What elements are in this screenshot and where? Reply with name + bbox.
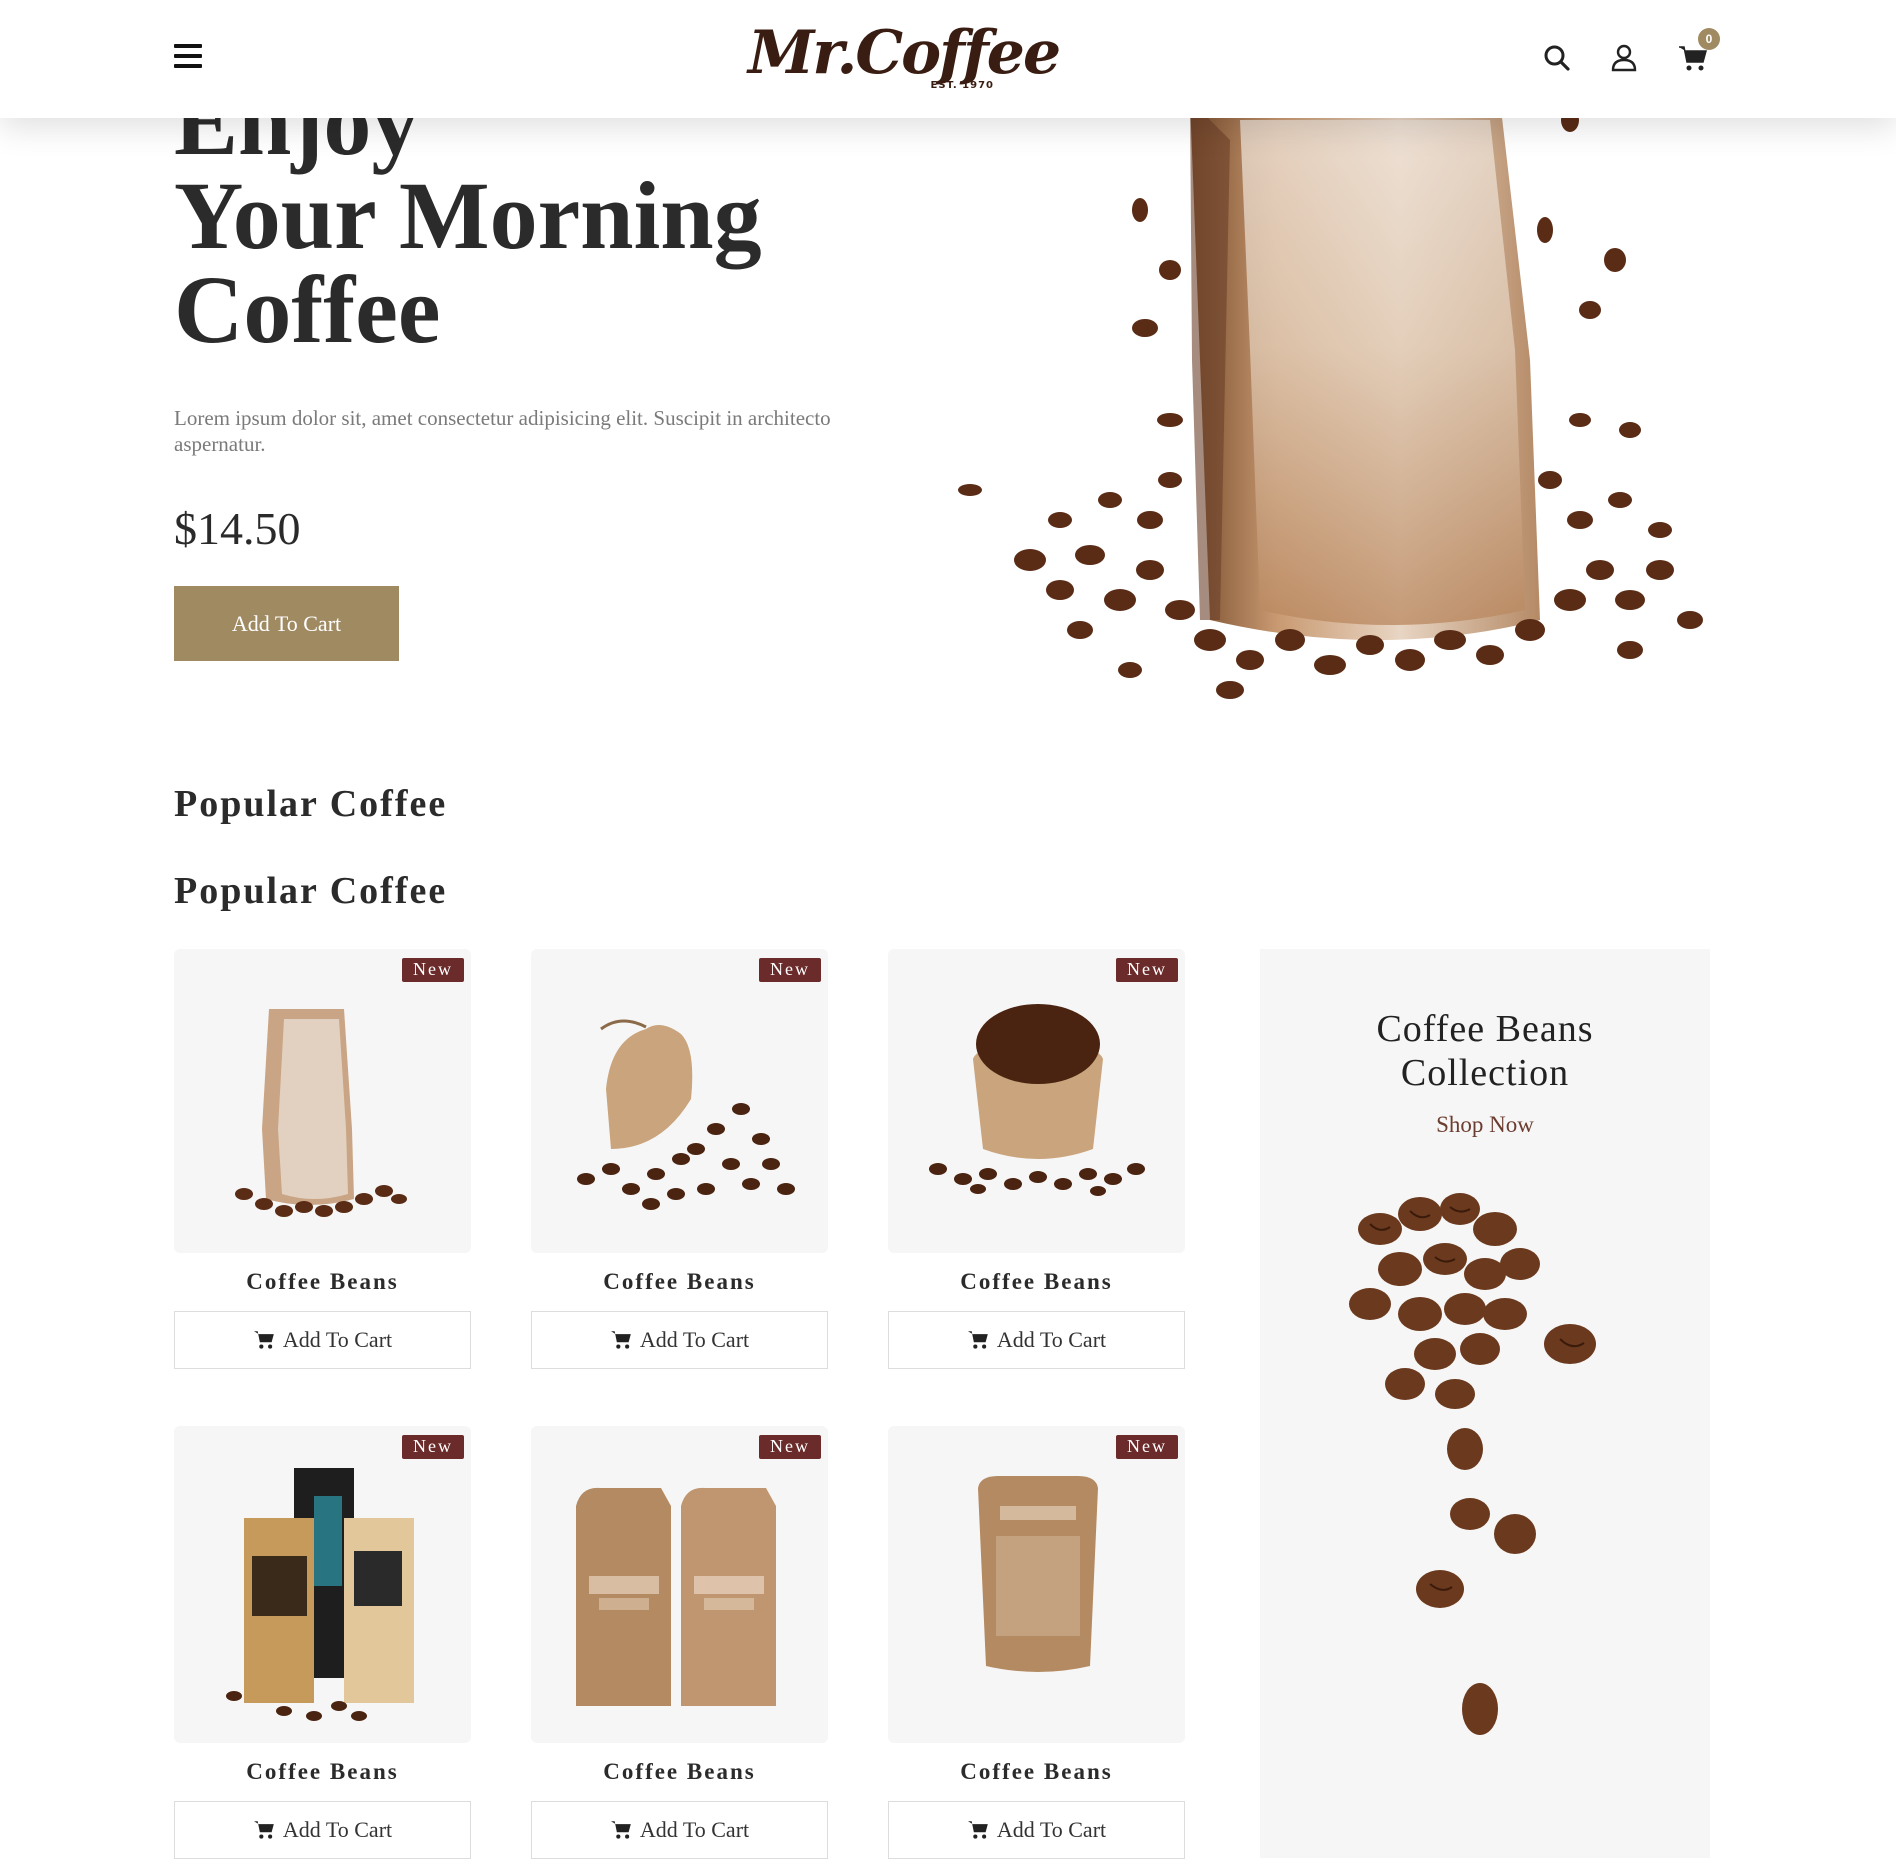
cart-icon [610,1331,631,1349]
coffee-sack-image [929,1004,1145,1196]
hero-coffee-bag-image [958,100,1703,699]
product-image[interactable]: New [888,1426,1185,1743]
coffee-pouch-image [978,1476,1098,1672]
coffee-sack-image [577,1019,795,1210]
hero-title-line: Your Morning [174,162,762,269]
add-to-cart-button[interactable]: Add To Cart [888,1311,1185,1369]
product-card[interactable]: New Coffee Beans Add To Cart [888,949,1185,1369]
search-icon[interactable] [1541,42,1573,74]
add-to-cart-button[interactable]: Add To Cart [531,1311,828,1369]
hero-add-to-cart-button[interactable]: Add To Cart [174,586,399,661]
product-image[interactable]: New [531,949,828,1253]
product-card[interactable]: New Coffee Beans Add To Cart [174,949,471,1369]
menu-icon[interactable] [174,44,202,70]
cart-icon [253,1821,274,1839]
new-badge: New [1116,1435,1178,1459]
new-badge: New [402,958,464,982]
logo-subtitle: EST. 1970 [930,80,994,91]
add-to-cart-button[interactable]: Add To Cart [174,1311,471,1369]
product-card[interactable]: New Coffee Beans Add To Cart [174,1426,471,1859]
add-to-cart-label: Add To Cart [282,1817,393,1842]
product-name[interactable]: Coffee Beans [174,1759,471,1789]
site-header: Mr.Coffee EST. 1970 0 [0,0,1896,118]
product-image[interactable]: New [888,949,1185,1253]
add-to-cart-button[interactable]: Add To Cart [174,1801,471,1859]
coffee-bag-image [235,1009,407,1217]
product-name[interactable]: Coffee Beans [888,1759,1185,1789]
product-name[interactable]: Coffee Beans [531,1759,828,1789]
hero-title-line: Coffee [174,256,441,363]
coffee-beans-image [1349,1193,1596,1735]
add-to-cart-button[interactable]: Add To Cart [888,1801,1185,1859]
cart-icon [967,1331,988,1349]
collection-title-line: Coffee Beans [1376,1008,1594,1050]
new-badge: New [759,1435,821,1459]
add-to-cart-label: Add To Cart [996,1327,1107,1352]
section-title-text: Popular Coffee [174,873,448,912]
coffee-packs-image [226,1468,414,1721]
user-icon[interactable] [1608,42,1640,74]
new-badge: New [1116,958,1178,982]
product-card[interactable]: New Coffee Beans Add To Cart [888,1426,1185,1859]
add-to-cart-label: Add To Cart [639,1327,750,1352]
add-to-cart-label: Add To Cart [282,1327,393,1352]
section-title: Popular Coffee [174,783,448,825]
product-name[interactable]: Coffee Beans [531,1269,828,1299]
add-to-cart-label: Add To Cart [639,1817,750,1842]
cart-icon [967,1821,988,1839]
collection-title: Coffee Beans Collection [1260,1007,1710,1095]
section-title-duplicate: Popular Coffee [174,873,447,913]
cart-icon [253,1331,274,1349]
add-to-cart-label: Add To Cart [996,1817,1107,1842]
hero-price: $14.50 [174,503,301,554]
product-image[interactable]: New [174,949,471,1253]
cart-count-badge: 0 [1698,28,1720,50]
logo[interactable]: Mr.Coffee EST. 1970 [748,8,1061,108]
new-badge: New [402,1435,464,1459]
logo-text: Mr.Coffee [748,18,1061,88]
product-name[interactable]: Coffee Beans [888,1269,1185,1299]
product-card[interactable]: New Coffee Beans Add To Cart [531,1426,828,1859]
product-image[interactable]: New [174,1426,471,1743]
collection-banner[interactable]: Coffee Beans Collection Shop Now [1260,949,1710,1858]
product-name[interactable]: Coffee Beans [174,1269,471,1299]
shop-now-link[interactable]: Shop Now [1260,1112,1710,1138]
collection-title-line: Collection [1400,1052,1570,1094]
add-to-cart-button[interactable]: Add To Cart [531,1801,828,1859]
hero-description: Lorem ipsum dolor sit, amet consectetur … [174,406,831,456]
page: Mr.Coffee EST. 1970 0 Enjoy Your Morning… [0,0,1896,1874]
coffee-packet-image [576,1487,776,1706]
product-image[interactable]: New [531,1426,828,1743]
cart-icon [610,1821,631,1839]
new-badge: New [759,958,821,982]
product-card[interactable]: New Coffee Beans Add To Cart [531,949,828,1369]
